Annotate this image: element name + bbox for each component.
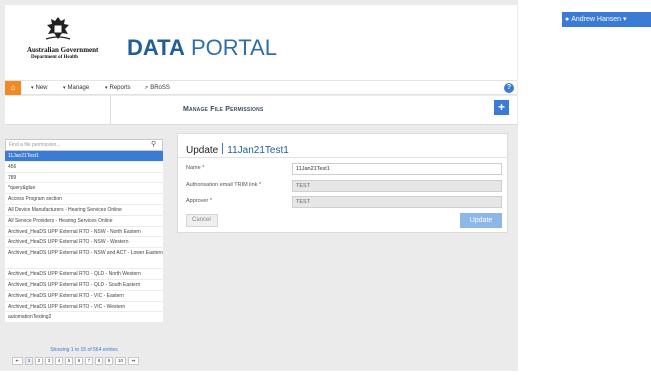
nav-manage-label: Manage [67,85,90,91]
nav-bross[interactable]: ↗ BRoSS [144,81,170,95]
pagination-info: Showing 1 to 15 of 564 entries [50,347,118,353]
page-title: Manage File Permissions [183,106,264,113]
page-subheader: Manage File Permissions + [5,96,517,125]
caret-down-icon: ▾ [31,85,34,91]
form-record-name: 11Jan21Test1 [227,145,289,156]
approver-label: Approver * [186,198,212,204]
page-button[interactable]: 10 [115,357,126,365]
trim-link-label: Authorisation email TRIM link * [186,182,262,188]
page-button[interactable]: 9 [105,357,113,365]
page-button[interactable]: 4 [55,357,63,365]
home-icon: ⌂ [10,83,16,92]
first-page-button[interactable]: ⇤ [12,357,23,365]
approver-field: TEST [292,196,502,208]
name-label: Name * [186,165,205,171]
brand-title: DATA PORTAL [127,35,277,61]
list-item[interactable]: *query&glue [5,183,163,195]
page-button[interactable]: 5 [65,357,73,365]
nav-reports-label: Reports [109,85,131,91]
page-button[interactable]: 6 [75,357,83,365]
list-item[interactable]: Access Program section [5,194,163,205]
page-button[interactable]: 2 [35,357,43,365]
page-button[interactable]: 3 [45,357,53,365]
page-button[interactable]: 1 [25,357,33,365]
page-button[interactable]: 8 [95,357,103,365]
header: Australian Government Department of Heal… [5,5,517,80]
cancel-button[interactable]: Cancel [186,214,218,227]
form-heading-label: Update [186,145,219,156]
nav-reports[interactable]: ▾ Reports [105,81,131,95]
list-item[interactable]: Archived_HeaDS UPP External RTO - NSW an… [5,248,163,270]
brand-part-1: DATA [127,35,185,60]
nav-manage[interactable]: ▾ Manage [63,81,89,95]
update-form-card: Update 11Jan21Test1 Name * 11Jan21Test1 A… [177,133,508,233]
add-permission-button[interactable]: + [494,100,509,115]
user-name: Andrew Hansen [571,16,622,23]
update-button[interactable]: Update [460,213,502,228]
list-item[interactable]: Archived_HeaDS UPP External RTO - QLD - … [5,279,163,291]
coat-of-arms-icon [45,17,71,40]
nav-new[interactable]: ▾ New [31,81,48,95]
heading-separator [222,143,224,155]
question-circle-icon[interactable]: ? [504,83,514,93]
page-button[interactable]: 7 [85,357,93,365]
caret-down-icon: ▾ [63,85,66,91]
list-item[interactable]: Archived_HeaDS UPP External RTO - NSW - … [5,226,163,238]
trim-link-field: TEST [292,180,502,192]
user-menu-button[interactable]: ● Andrew Hansen ▾ [562,12,651,27]
list-item[interactable]: All Device Manufacturers - Hearing Servi… [5,204,163,216]
department-name: Department of Health [31,55,78,60]
app-area: Australian Government Department of Heal… [0,0,518,371]
brand-part-2: PORTAL [190,35,277,60]
search-input[interactable]: Find a file permission... [5,139,163,151]
list-item[interactable]: Archived_HeaDS UPP External RTO - VIC - … [5,301,163,313]
home-button[interactable]: ⌂ [5,81,21,95]
nav-new-label: New [35,85,48,91]
chevron-down-icon: ▾ [623,16,627,23]
divider [110,96,111,125]
list-item[interactable]: Archived_HeaDS UPP External RTO - QLD - … [5,269,163,280]
list-item[interactable]: 11Jan21Test1 [5,151,163,162]
form-heading: Update 11Jan21Test1 [186,140,289,158]
list-item[interactable]: automationTesting2 [5,312,163,324]
pagination: ⇤ 1 2 3 4 5 6 7 8 9 10 ↦ [12,357,141,366]
nav-bross-label: BRoSS [150,85,170,91]
plus-icon: + [497,100,505,114]
list-item[interactable]: 456 [5,161,163,173]
external-link-icon: ↗ [144,85,149,91]
next-page-button[interactable]: ↦ [128,357,139,365]
search-icon[interactable]: ⚲ [151,140,156,148]
user-icon: ● [565,16,570,23]
list-item[interactable]: All Service Providers - Hearing Services… [5,215,163,227]
list-item[interactable]: 789 [5,172,163,184]
list-item[interactable]: Archived_HeaDS UPP External RTO - VIC - … [5,290,163,302]
list-item[interactable]: Archived_HeaDS UPP External RTO - NSW - … [5,237,163,249]
caret-down-icon: ▾ [105,85,108,91]
file-permission-list: 11Jan21Test1 456 789 *query&glue Access … [5,151,163,324]
main-navbar: ⌂ ▾ New ▾ Manage ▾ Reports ↗ BRoSS ? [5,80,517,95]
name-field[interactable]: 11Jan21Test1 [292,163,502,175]
government-name: Australian Government [27,46,99,54]
divider [178,157,507,158]
